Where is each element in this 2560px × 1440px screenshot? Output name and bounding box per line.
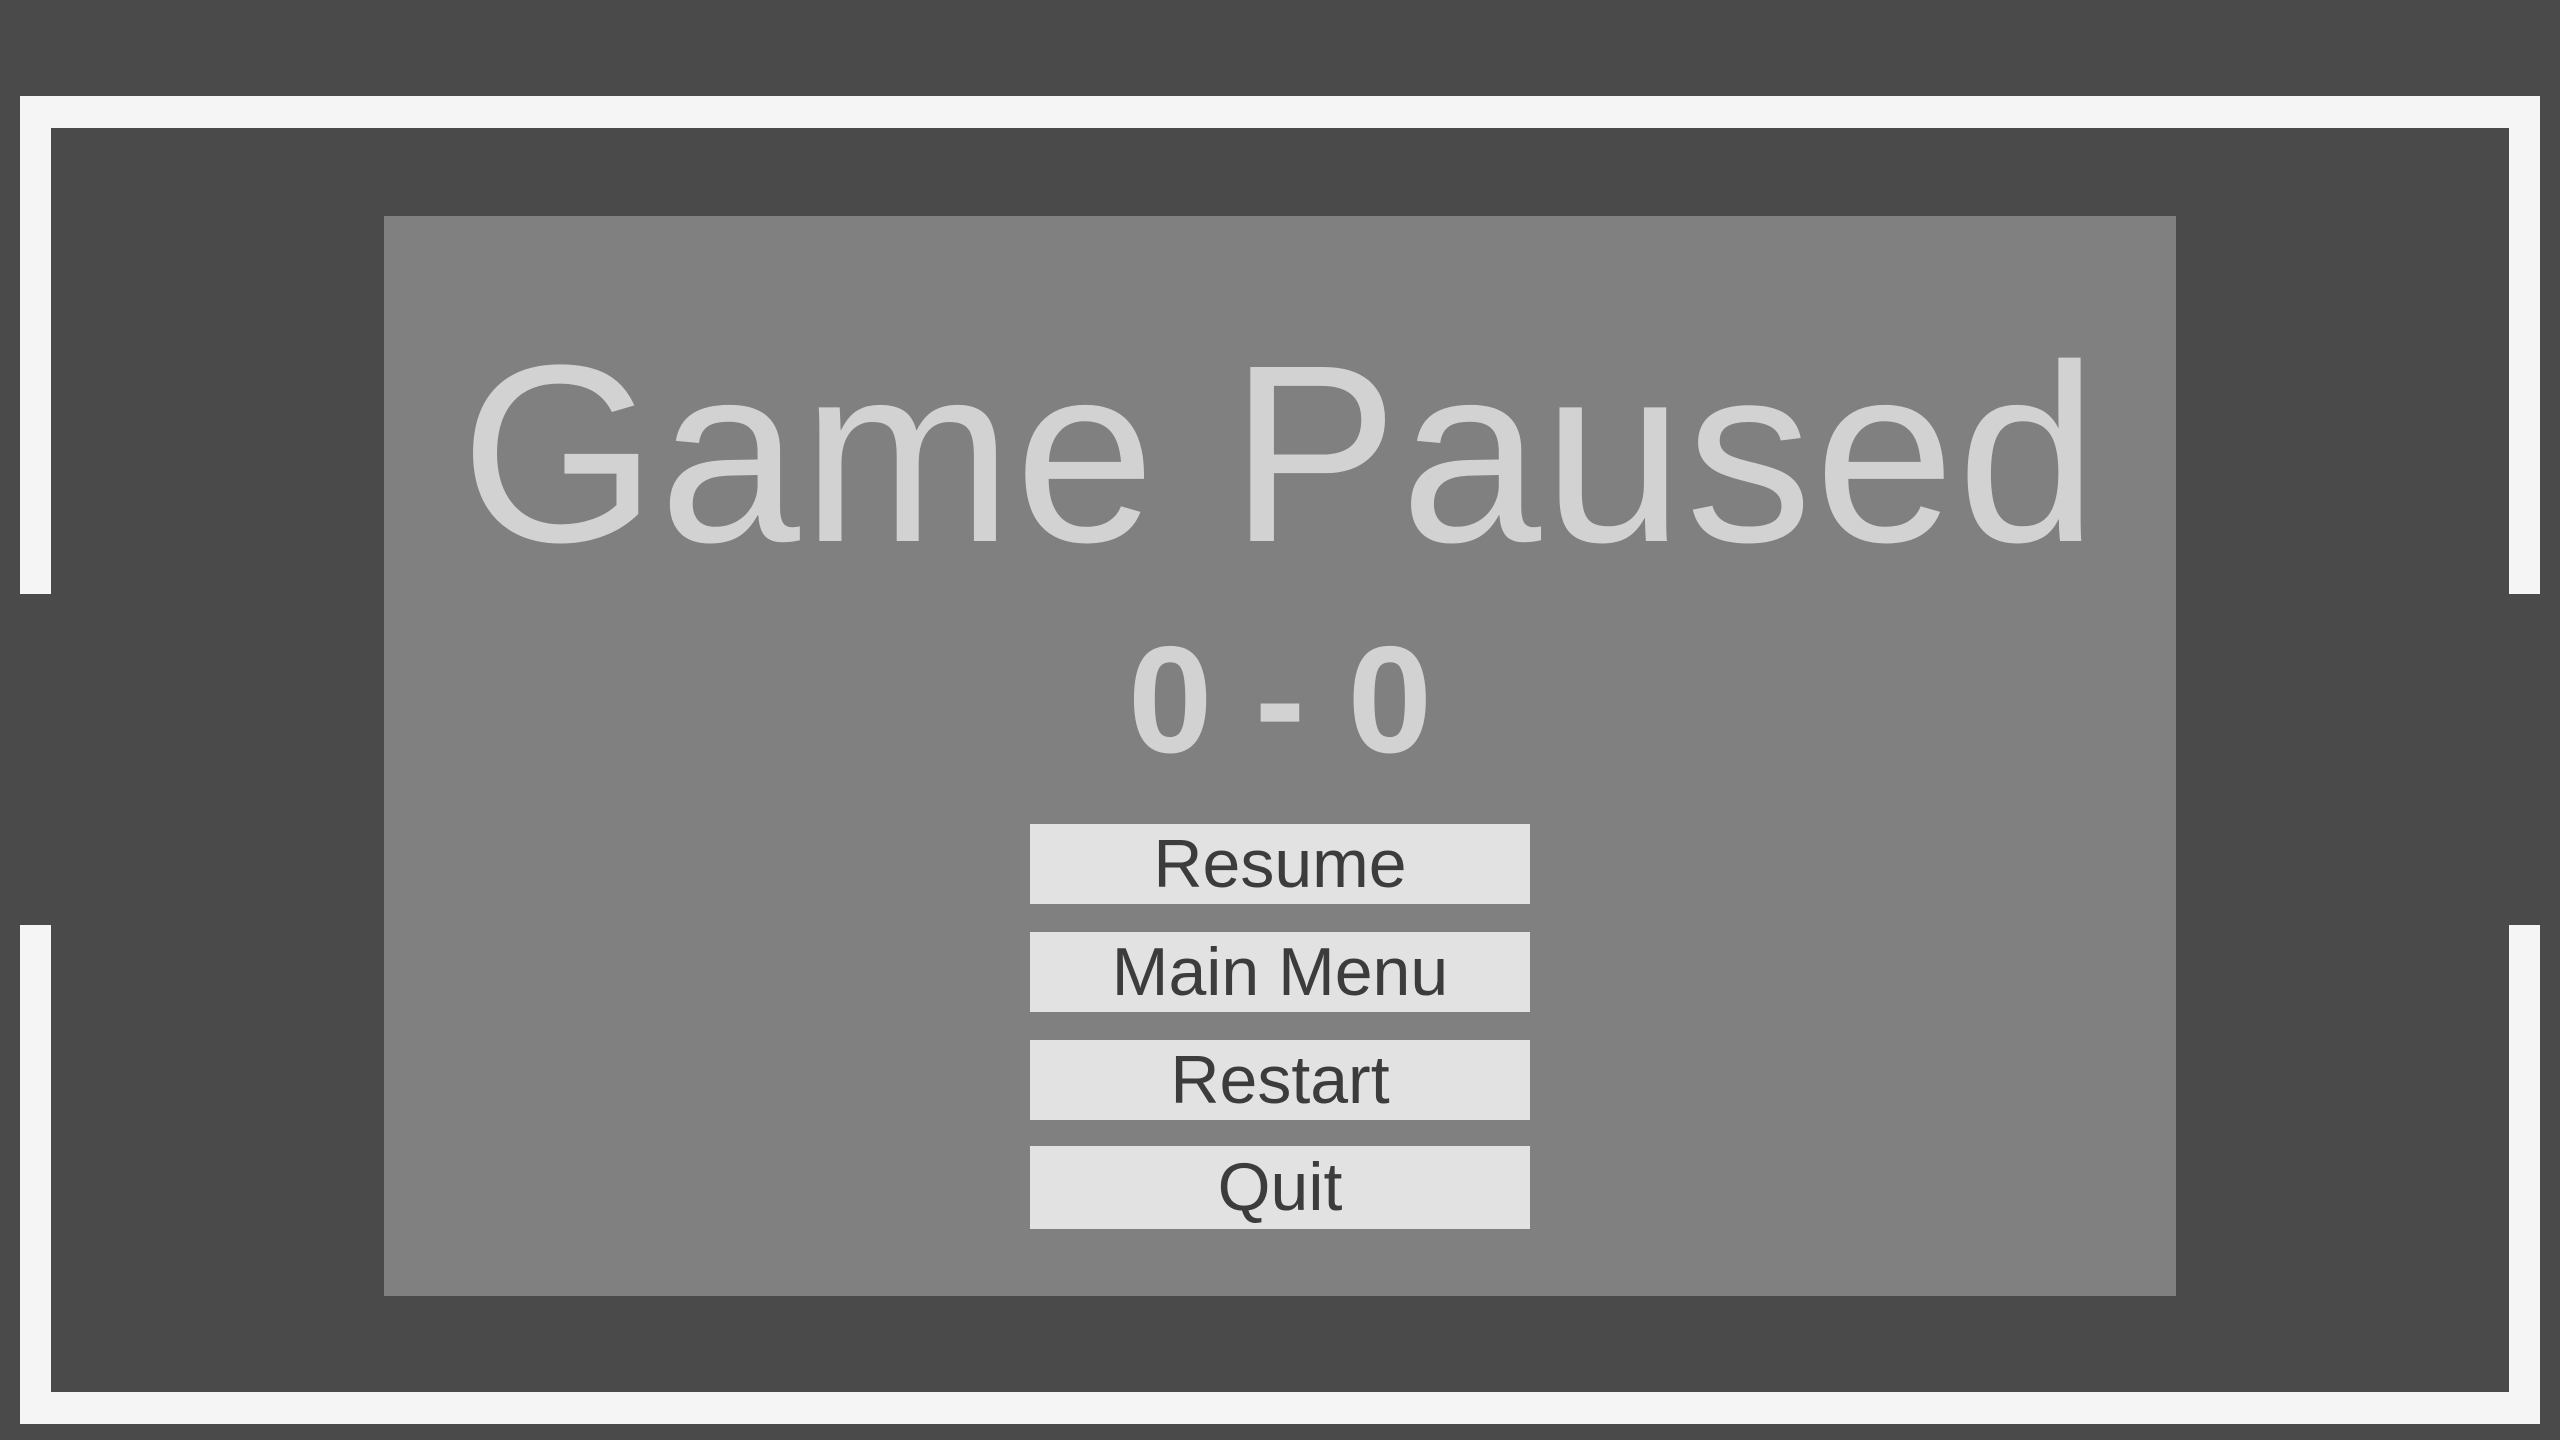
main-menu-button[interactable]: Main Menu xyxy=(1030,932,1530,1012)
pause-title: Game Paused xyxy=(460,312,2100,595)
quit-button[interactable]: Quit xyxy=(1030,1146,1530,1229)
top-wall xyxy=(20,96,2540,128)
bottom-wall xyxy=(20,1392,2540,1424)
left-wall-lower xyxy=(20,925,51,1424)
resume-button[interactable]: Resume xyxy=(1030,824,1530,904)
right-wall-lower xyxy=(2509,925,2540,1424)
score-display: 0 - 0 xyxy=(1127,615,1433,785)
restart-button[interactable]: Restart xyxy=(1030,1040,1530,1120)
